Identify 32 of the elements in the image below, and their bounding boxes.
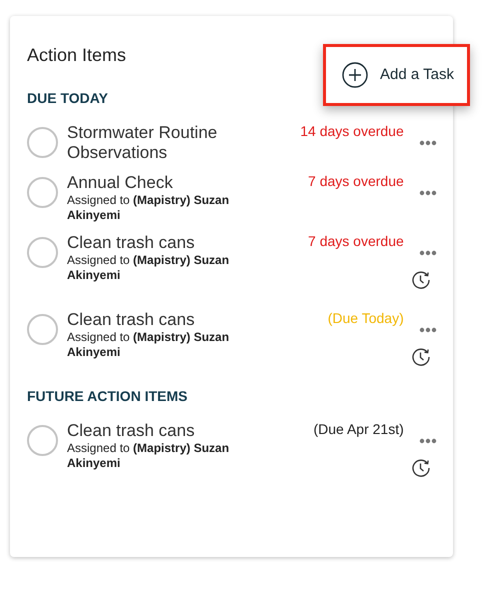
- task-checkbox[interactable]: [27, 425, 58, 456]
- assignee-text: Assigned to (Mapistry) Suzan Akinyemi: [67, 330, 230, 360]
- history-icon[interactable]: [411, 347, 432, 367]
- task-title: Clean trash cans: [67, 233, 196, 253]
- task-title: Clean trash cans: [67, 421, 196, 441]
- panel-title: Action Items: [27, 44, 128, 66]
- task-title: Stormwater Routine Observations: [67, 123, 218, 163]
- section-heading: FUTURE ACTION ITEMS: [27, 387, 188, 405]
- history-icon[interactable]: [411, 270, 432, 290]
- task-checkbox[interactable]: [27, 127, 58, 158]
- due-status: (Due Today): [328, 310, 404, 326]
- add-task-button[interactable]: Add a Task: [323, 44, 470, 106]
- more-options-icon[interactable]: [419, 438, 438, 444]
- more-options-icon[interactable]: [419, 250, 438, 256]
- due-status: 14 days overdue: [300, 123, 404, 139]
- due-status: (Due Apr 21st): [314, 421, 404, 437]
- section-heading: DUE TODAY: [27, 89, 109, 107]
- task-checkbox[interactable]: [27, 177, 58, 208]
- due-status: 7 days overdue: [308, 173, 404, 189]
- history-icon[interactable]: [411, 458, 432, 478]
- assignee-text: Assigned to (Mapistry) Suzan Akinyemi: [67, 253, 230, 283]
- assignee-text: Assigned to (Mapistry) Suzan Akinyemi: [67, 193, 230, 223]
- task-title: Annual Check: [67, 173, 174, 193]
- task-checkbox[interactable]: [27, 237, 58, 268]
- task-title: Clean trash cans: [67, 310, 196, 330]
- plus-circle-icon: [342, 62, 368, 88]
- more-options-icon[interactable]: [419, 190, 438, 196]
- more-options-icon[interactable]: [419, 140, 438, 146]
- assignee-text: Assigned to (Mapistry) Suzan Akinyemi: [67, 441, 230, 471]
- more-options-icon[interactable]: [419, 327, 438, 333]
- due-status: 7 days overdue: [308, 233, 404, 249]
- task-checkbox[interactable]: [27, 314, 58, 345]
